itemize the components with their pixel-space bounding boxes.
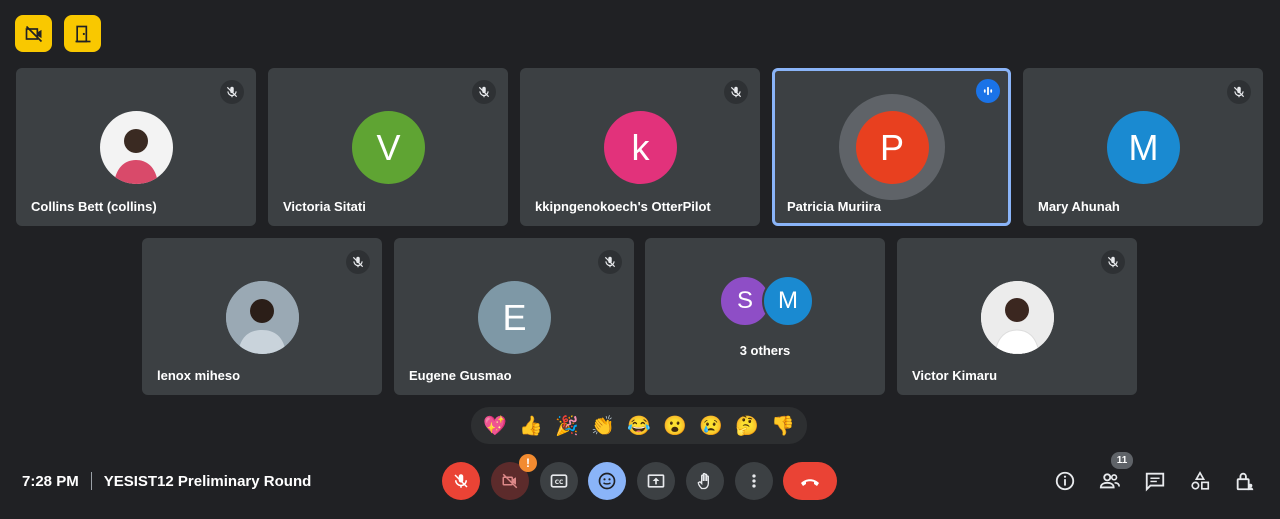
others-tile[interactable]: S M 3 others xyxy=(645,238,885,395)
avatar: V xyxy=(352,111,425,184)
captions-button[interactable]: CC xyxy=(540,462,578,500)
info-icon xyxy=(1054,470,1076,492)
people-icon xyxy=(1099,470,1121,492)
mic-off-icon xyxy=(220,80,244,104)
reaction-laugh-button[interactable]: 😂 xyxy=(624,411,654,441)
more-options-button[interactable] xyxy=(735,462,773,500)
meeting-info: 7:28 PM YESIST12 Preliminary Round xyxy=(22,472,311,490)
closed-captions-icon: CC xyxy=(549,471,569,491)
avatar xyxy=(981,281,1054,354)
reaction-thinking-button[interactable]: 🤔 xyxy=(732,411,762,441)
avatar xyxy=(226,281,299,354)
chat-icon xyxy=(1144,470,1166,492)
shapes-icon xyxy=(1189,470,1211,492)
present-screen-icon xyxy=(646,471,666,491)
avatar: P xyxy=(855,111,929,184)
mic-off-icon xyxy=(598,250,622,274)
reaction-thumbs-down-button[interactable]: 👎 xyxy=(768,411,798,441)
avatar xyxy=(100,111,173,184)
leave-call-button[interactable] xyxy=(783,462,837,500)
reaction-surprised-button[interactable]: 😮 xyxy=(660,411,690,441)
participant-tile-active-speaker[interactable]: P Patricia Muriira xyxy=(772,68,1011,226)
lock-person-icon xyxy=(1234,470,1256,492)
activities-button[interactable] xyxy=(1187,468,1213,494)
meeting-details-button[interactable] xyxy=(1052,468,1078,494)
send-reaction-button[interactable] xyxy=(588,462,626,500)
reaction-party-button[interactable]: 🎉 xyxy=(552,411,582,441)
meeting-time: 7:28 PM xyxy=(22,472,79,490)
participant-name: Victor Kimaru xyxy=(912,368,998,383)
mic-off-icon xyxy=(472,80,496,104)
reaction-heart-button[interactable]: 💖 xyxy=(480,411,510,441)
people-button[interactable] xyxy=(1097,468,1123,494)
others-avatar: M xyxy=(762,275,814,327)
participant-name: Collins Bett (collins) xyxy=(31,199,157,214)
hand-icon xyxy=(695,471,715,491)
mic-off-icon xyxy=(1101,250,1125,274)
camera-warning-badge: ! xyxy=(519,454,537,472)
camera-off-icon xyxy=(24,24,44,44)
mic-off-icon xyxy=(1227,80,1251,104)
door-exit-icon xyxy=(73,24,93,44)
participant-tile[interactable]: k kkipngenokoech's OtterPilot xyxy=(520,68,760,226)
mic-off-icon xyxy=(346,250,370,274)
mic-off-icon xyxy=(452,472,470,490)
speaking-indicator-icon xyxy=(976,79,1000,103)
participant-name: Mary Ahunah xyxy=(1038,199,1120,214)
participant-name: Patricia Muriira xyxy=(787,199,881,214)
participant-tile[interactable]: Collins Bett (collins) xyxy=(16,68,256,226)
host-controls-button[interactable] xyxy=(1232,468,1258,494)
participant-tile[interactable]: lenox miheso xyxy=(142,238,382,395)
others-label: 3 others xyxy=(739,343,791,358)
participant-tile[interactable]: Victor Kimaru xyxy=(897,238,1137,395)
microphone-toggle-button[interactable] xyxy=(442,462,480,500)
chat-button[interactable] xyxy=(1142,468,1168,494)
participant-count-badge: 11 xyxy=(1111,452,1133,469)
reaction-clap-button[interactable]: 👏 xyxy=(588,411,618,441)
avatar: M xyxy=(1107,111,1180,184)
participant-tile[interactable]: V Victoria Sitati xyxy=(268,68,508,226)
avatar: E xyxy=(478,281,551,354)
mic-off-icon xyxy=(724,80,748,104)
more-vert-icon xyxy=(744,471,764,491)
avatar: k xyxy=(604,111,677,184)
participant-tile[interactable]: E Eugene Gusmao xyxy=(394,238,634,395)
participant-name: kkipngenokoech's OtterPilot xyxy=(535,199,711,214)
breakout-rooms-button[interactable] xyxy=(64,15,101,52)
meeting-title: YESIST12 Preliminary Round xyxy=(103,472,312,490)
reactions-bar: 💖 👍 🎉 👏 😂 😮 😢 🤔 👎 xyxy=(471,407,807,444)
participant-name: Eugene Gusmao xyxy=(409,368,512,383)
reaction-sad-button[interactable]: 😢 xyxy=(696,411,726,441)
participant-name: Victoria Sitati xyxy=(283,199,366,214)
participant-tile[interactable]: M Mary Ahunah xyxy=(1023,68,1263,226)
camera-off-icon xyxy=(501,472,519,490)
svg-text:CC: CC xyxy=(555,480,564,486)
emoji-smile-icon xyxy=(597,471,617,491)
reaction-thumbs-up-button[interactable]: 👍 xyxy=(516,411,546,441)
raise-hand-button[interactable] xyxy=(686,462,724,500)
present-screen-button[interactable] xyxy=(637,462,675,500)
hang-up-icon xyxy=(798,469,822,493)
divider xyxy=(90,472,92,490)
participant-name: lenox miheso xyxy=(157,368,241,383)
camera-toggle-button[interactable]: ! xyxy=(491,454,537,500)
camera-off-button[interactable] xyxy=(15,15,52,52)
